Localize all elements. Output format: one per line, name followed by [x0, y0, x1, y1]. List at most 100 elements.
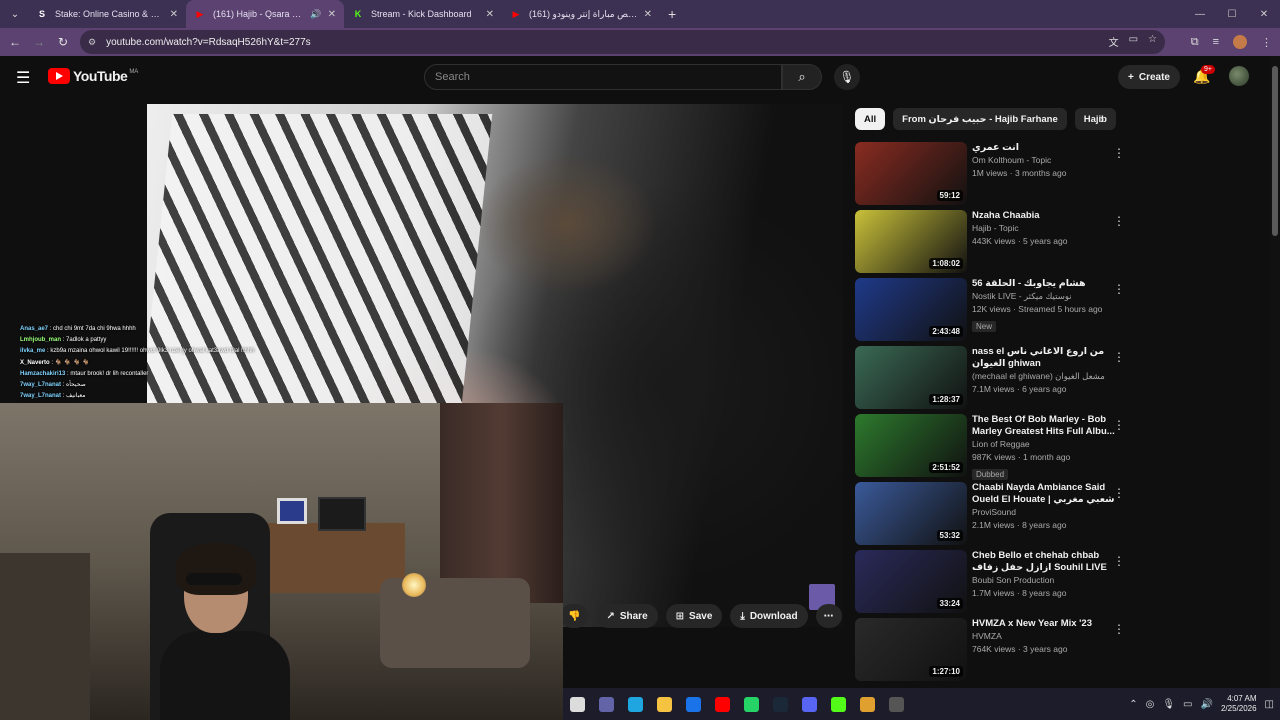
recommendation-item[interactable]: 1:08:02 Nzaha Chaabia Hajib - Topic 443K…	[855, 210, 1130, 278]
scrollbar-thumb[interactable]	[1272, 66, 1278, 236]
video-title[interactable]: Chaabi Nayda Ambiance Said Oueld El Houa…	[972, 482, 1117, 506]
location-icon[interactable]: ◎	[1146, 699, 1155, 710]
profile-avatar[interactable]	[1233, 35, 1247, 49]
minimize-icon[interactable]: —	[1184, 9, 1216, 20]
channel-name[interactable]: Lion of Reggae	[972, 438, 1117, 451]
voice-search-button[interactable]: 🎙	[834, 64, 860, 90]
tray-overflow-icon[interactable]: ⌃	[1129, 699, 1137, 710]
video-thumbnail[interactable]: 1:08:02	[855, 210, 967, 273]
recommendation-item[interactable]: 1:28:37 nass el من اروع الاغاني ناس الغي…	[855, 346, 1130, 414]
video-title[interactable]: Nzaha Chaabia	[972, 210, 1117, 222]
filter-chip[interactable]: All	[855, 108, 886, 130]
browser-tab[interactable]: S Stake: Online Casino & Sports Bett ✕	[28, 0, 186, 28]
page-scrollbar[interactable]	[1270, 56, 1280, 690]
guide-menu-icon[interactable]: ☰	[16, 68, 30, 88]
microphone-tray-icon[interactable]: 🎙	[1162, 699, 1175, 710]
more-options-icon[interactable]: ⋮	[1113, 146, 1125, 160]
more-options-icon[interactable]: ⋮	[1113, 214, 1125, 228]
account-avatar[interactable]	[1229, 66, 1249, 86]
steam-icon[interactable]	[766, 692, 795, 716]
video-title[interactable]: Cheb Bello et chehab chbab ازازل حفل زفا…	[972, 550, 1117, 574]
forward-icon[interactable]: →	[27, 35, 51, 49]
whatsapp-icon[interactable]	[737, 692, 766, 716]
channel-name[interactable]: Hajib - Topic	[972, 222, 1117, 235]
edge-icon[interactable]	[621, 692, 650, 716]
close-tab-icon[interactable]: ✕	[644, 9, 652, 20]
recommendation-item[interactable]: 1:27:10 HVMZA x New Year Mix '23 HVMZA 7…	[855, 618, 1130, 686]
youtube-logo[interactable]: YouTube MA	[48, 68, 138, 84]
search-button[interactable]: ⌕	[782, 64, 822, 90]
discord-icon[interactable]	[795, 692, 824, 716]
search-input[interactable]: Search	[424, 64, 782, 90]
recommendation-item[interactable]: 2:51:52 The Best Of Bob Marley - Bob Mar…	[855, 414, 1130, 482]
media-control-icon[interactable]: ≡	[1213, 36, 1219, 48]
more-options-icon[interactable]: ⋮	[1113, 622, 1125, 636]
explorer-icon[interactable]	[650, 692, 679, 716]
dislike-button[interactable]: 👎	[560, 604, 589, 628]
close-tab-icon[interactable]: ✕	[328, 9, 336, 20]
video-thumbnail[interactable]: 2:43:48	[855, 278, 967, 341]
close-tab-icon[interactable]: ✕	[170, 9, 178, 20]
cast-icon[interactable]: ▭	[1129, 34, 1138, 49]
obs-icon[interactable]	[882, 692, 911, 716]
video-thumbnail[interactable]: 59:12	[855, 142, 967, 205]
browser-tab[interactable]: ▶ (161) ملخص مباراة إنتر وينودو ✕	[502, 0, 660, 28]
video-thumbnail[interactable]: 33:24	[855, 550, 967, 613]
video-title[interactable]: هشام يجاوبك - الحلقة 56	[972, 278, 1117, 290]
channel-name[interactable]: ProviSound	[972, 506, 1117, 519]
share-button[interactable]: ↗ Share	[596, 604, 658, 628]
create-button[interactable]: + Create	[1118, 65, 1180, 89]
recommendation-item[interactable]: 33:24 Cheb Bello et chehab chbab ازازل ح…	[855, 550, 1130, 618]
recommendation-item[interactable]: 53:32 Chaabi Nayda Ambiance Said Oueld E…	[855, 482, 1130, 550]
reload-icon[interactable]: ↻	[51, 35, 75, 49]
translate-icon[interactable]: 文	[1109, 34, 1119, 49]
extensions-icon[interactable]: ⧉	[1191, 36, 1199, 49]
youtube-icon[interactable]	[708, 692, 737, 716]
files-icon[interactable]	[563, 692, 592, 716]
video-thumbnail[interactable]: 53:32	[855, 482, 967, 545]
more-options-icon[interactable]: ⋮	[1113, 554, 1125, 568]
download-button[interactable]: ⤓ Download	[730, 604, 808, 628]
more-options-icon[interactable]: ⋮	[1113, 350, 1125, 364]
channel-name[interactable]: Nostik LIVE - نوستيك ميكثر	[972, 290, 1117, 303]
close-window-icon[interactable]: ✕	[1248, 9, 1280, 20]
more-options-icon[interactable]: ⋮	[1113, 486, 1125, 500]
channel-name[interactable]: (mechaal el ghiwane) مشعل الغيوان	[972, 370, 1117, 383]
outlook-icon[interactable]	[679, 692, 708, 716]
video-title[interactable]: HVMZA x New Year Mix '23	[972, 618, 1117, 630]
recommendation-item[interactable]: 2:43:48 هشام يجاوبك - الحلقة 56 Nostik L…	[855, 278, 1130, 346]
tab-search-icon[interactable]: ⌄	[2, 4, 28, 24]
maximize-icon[interactable]: ☐	[1216, 9, 1248, 20]
video-title[interactable]: nass el من اروع الاغاني ناس الغيوان ghiw…	[972, 346, 1117, 370]
video-thumbnail[interactable]: 2:51:52	[855, 414, 967, 477]
volume-icon[interactable]: 🔊	[1201, 699, 1213, 710]
teams-icon[interactable]	[592, 692, 621, 716]
browser-tab[interactable]: ▶ (161) Hajib - Qsara Chaabia 🔊 ✕	[186, 0, 344, 28]
network-icon[interactable]: ▭	[1183, 699, 1192, 710]
clock[interactable]: 4:07 AM 2/25/2026	[1221, 694, 1257, 714]
video-title[interactable]: The Best Of Bob Marley - Bob Marley Grea…	[972, 414, 1117, 438]
chevron-right-icon[interactable]: ›	[1100, 112, 1104, 126]
channel-name[interactable]: Boubi Son Production	[972, 574, 1117, 587]
browser-menu-icon[interactable]: ⋮	[1261, 36, 1272, 49]
filter-chip[interactable]: From حبيب فرحان - Hajib Farhane	[893, 108, 1067, 130]
more-options-icon[interactable]: ⋮	[1113, 418, 1125, 432]
more-options-icon[interactable]: ⋮	[1113, 282, 1125, 296]
video-thumbnail[interactable]: 1:28:37	[855, 346, 967, 409]
notification-center-icon[interactable]: ◫	[1265, 699, 1274, 710]
recommendation-item[interactable]: 59:12 انت عمري Om Kolthoum - Topic 1M vi…	[855, 142, 1130, 210]
audio-playing-icon[interactable]: 🔊	[310, 9, 321, 20]
notifications-button[interactable]: 🔔 9+	[1193, 65, 1215, 85]
video-title[interactable]: انت عمري	[972, 142, 1117, 154]
omnibox[interactable]: ⚙ youtube.com/watch?v=RdsaqH526hY&t=277s…	[80, 30, 1165, 54]
filter-chip[interactable]: Hajib	[1074, 108, 1116, 130]
save-button[interactable]: ⊞ Save	[665, 604, 723, 628]
back-icon[interactable]: ←	[3, 35, 27, 49]
new-tab-button[interactable]: +	[668, 6, 676, 22]
kick-icon[interactable]	[824, 692, 853, 716]
chrome-icon[interactable]	[853, 692, 882, 716]
channel-name[interactable]: Om Kolthoum - Topic	[972, 154, 1117, 167]
video-thumbnail[interactable]: 1:27:10	[855, 618, 967, 681]
browser-tab[interactable]: K Stream - Kick Dashboard ✕	[344, 0, 502, 28]
channel-name[interactable]: HVMZA	[972, 630, 1117, 643]
